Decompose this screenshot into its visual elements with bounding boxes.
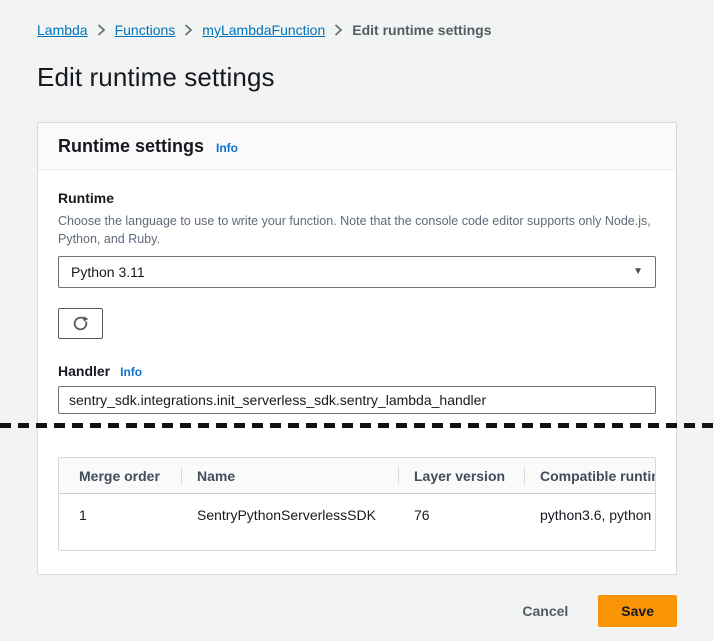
handler-input[interactable] [58, 386, 656, 414]
cell-name: SentryPythonServerlessSDK [181, 494, 398, 551]
card-header: Runtime settings Info [38, 123, 676, 170]
column-header-layer-version: Layer version [398, 458, 524, 494]
card-title: Runtime settings [58, 136, 204, 157]
runtime-field: Runtime Choose the language to use to wr… [58, 190, 656, 339]
refresh-runtimes-button[interactable] [58, 308, 103, 339]
runtime-label: Runtime [58, 190, 114, 206]
breadcrumb-link-function-name[interactable]: myLambdaFunction [202, 22, 325, 38]
runtime-settings-info-link[interactable]: Info [216, 141, 238, 155]
column-header-name: Name [181, 458, 398, 494]
table-row: 1 SentryPythonServerlessSDK 76 python3.6… [59, 494, 655, 551]
save-button[interactable]: Save [598, 595, 677, 627]
cell-compatible-runtimes: python3.6, python [524, 494, 655, 551]
page-title: Edit runtime settings [37, 62, 677, 93]
page: Lambda Functions myLambdaFunction Edit r… [0, 0, 714, 641]
footer-actions: Cancel Save [37, 595, 677, 627]
table-header-row: Merge order Name Layer version Compatibl… [59, 458, 655, 494]
cell-merge-order: 1 [59, 494, 181, 551]
runtime-settings-card: Runtime settings Info Runtime Choose the… [37, 122, 677, 575]
column-header-compatible-runtimes: Compatible runtimes [524, 458, 655, 494]
breadcrumb-separator-icon [334, 24, 343, 36]
breadcrumb-link-lambda[interactable]: Lambda [37, 22, 88, 38]
breadcrumb-current: Edit runtime settings [352, 22, 491, 38]
column-header-merge-order: Merge order [59, 458, 181, 494]
runtime-select-value: Python 3.11 [71, 264, 145, 280]
breadcrumb-separator-icon [97, 24, 106, 36]
runtime-description: Choose the language to use to write your… [58, 212, 656, 248]
handler-info-link[interactable]: Info [120, 365, 142, 379]
card-body: Runtime Choose the language to use to wr… [38, 170, 676, 574]
cancel-button[interactable]: Cancel [520, 597, 570, 625]
layers-table: Merge order Name Layer version Compatibl… [58, 457, 656, 551]
breadcrumb-link-functions[interactable]: Functions [115, 22, 176, 38]
dropdown-caret-icon: ▼ [633, 267, 643, 277]
screenshot-cut-divider [0, 423, 714, 428]
runtime-select[interactable]: Python 3.11 ▼ [58, 256, 656, 288]
breadcrumb: Lambda Functions myLambdaFunction Edit r… [37, 22, 677, 38]
refresh-icon [72, 315, 89, 332]
handler-label: Handler [58, 363, 110, 379]
cell-layer-version: 76 [398, 494, 524, 551]
handler-field: Handler Info [58, 363, 656, 414]
breadcrumb-separator-icon [184, 24, 193, 36]
